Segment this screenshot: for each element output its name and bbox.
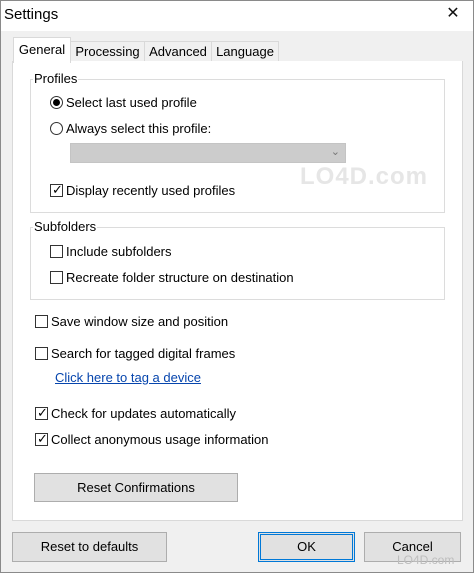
tab-advanced[interactable]: Advanced: [144, 41, 212, 62]
select-last-used-label: Select last used profile: [66, 95, 197, 110]
reset-confirmations-button[interactable]: Reset Confirmations: [34, 473, 238, 502]
subfolders-group-label: Subfolders: [33, 219, 98, 234]
check-updates-checkbox[interactable]: ✓: [35, 405, 48, 420]
always-select-radio[interactable]: [50, 122, 63, 135]
recreate-structure-checkbox[interactable]: [50, 271, 63, 284]
recreate-structure-label: Recreate folder structure on destination: [66, 270, 294, 285]
include-subfolders-checkbox[interactable]: [50, 245, 63, 258]
search-tagged-label: Search for tagged digital frames: [51, 346, 236, 361]
reset-to-defaults-button[interactable]: Reset to defaults: [12, 532, 167, 562]
save-window-checkbox[interactable]: [35, 315, 48, 328]
tab-general[interactable]: General: [13, 37, 71, 63]
save-window-label: Save window size and position: [51, 314, 229, 329]
ok-button[interactable]: OK: [258, 532, 355, 562]
always-select-label: Always select this profile:: [66, 121, 212, 136]
profile-dropdown[interactable]: ⌄: [70, 143, 346, 163]
search-tagged-checkbox[interactable]: [35, 347, 48, 360]
check-updates-label: Check for updates automatically: [51, 406, 236, 421]
tab-processing[interactable]: Processing: [70, 41, 145, 62]
close-icon[interactable]: ✕: [440, 2, 466, 26]
checkmark-icon: ✓: [52, 182, 63, 197]
tag-device-link[interactable]: Click here to tag a device: [55, 370, 201, 385]
collect-usage-label: Collect anonymous usage information: [51, 432, 269, 447]
include-subfolders-label: Include subfolders: [66, 244, 172, 259]
title-bar[interactable]: [1, 1, 473, 31]
display-recent-checkbox[interactable]: ✓: [50, 182, 63, 197]
profiles-group-label: Profiles: [33, 71, 79, 86]
window-title: Settings: [4, 6, 59, 23]
lo4d-watermark: LO4D.com: [300, 163, 429, 190]
chevron-down-icon: ⌄: [330, 146, 340, 158]
select-last-used-radio[interactable]: [50, 96, 63, 109]
display-recent-label: Display recently used profiles: [66, 183, 236, 198]
checkmark-icon: ✓: [37, 405, 48, 420]
collect-usage-checkbox[interactable]: ✓: [35, 431, 48, 446]
lo4d-corner-watermark: LO4D.com: [397, 553, 455, 567]
subfolders-group: [30, 227, 445, 300]
checkmark-icon: ✓: [37, 431, 48, 446]
tab-language[interactable]: Language: [211, 41, 279, 62]
